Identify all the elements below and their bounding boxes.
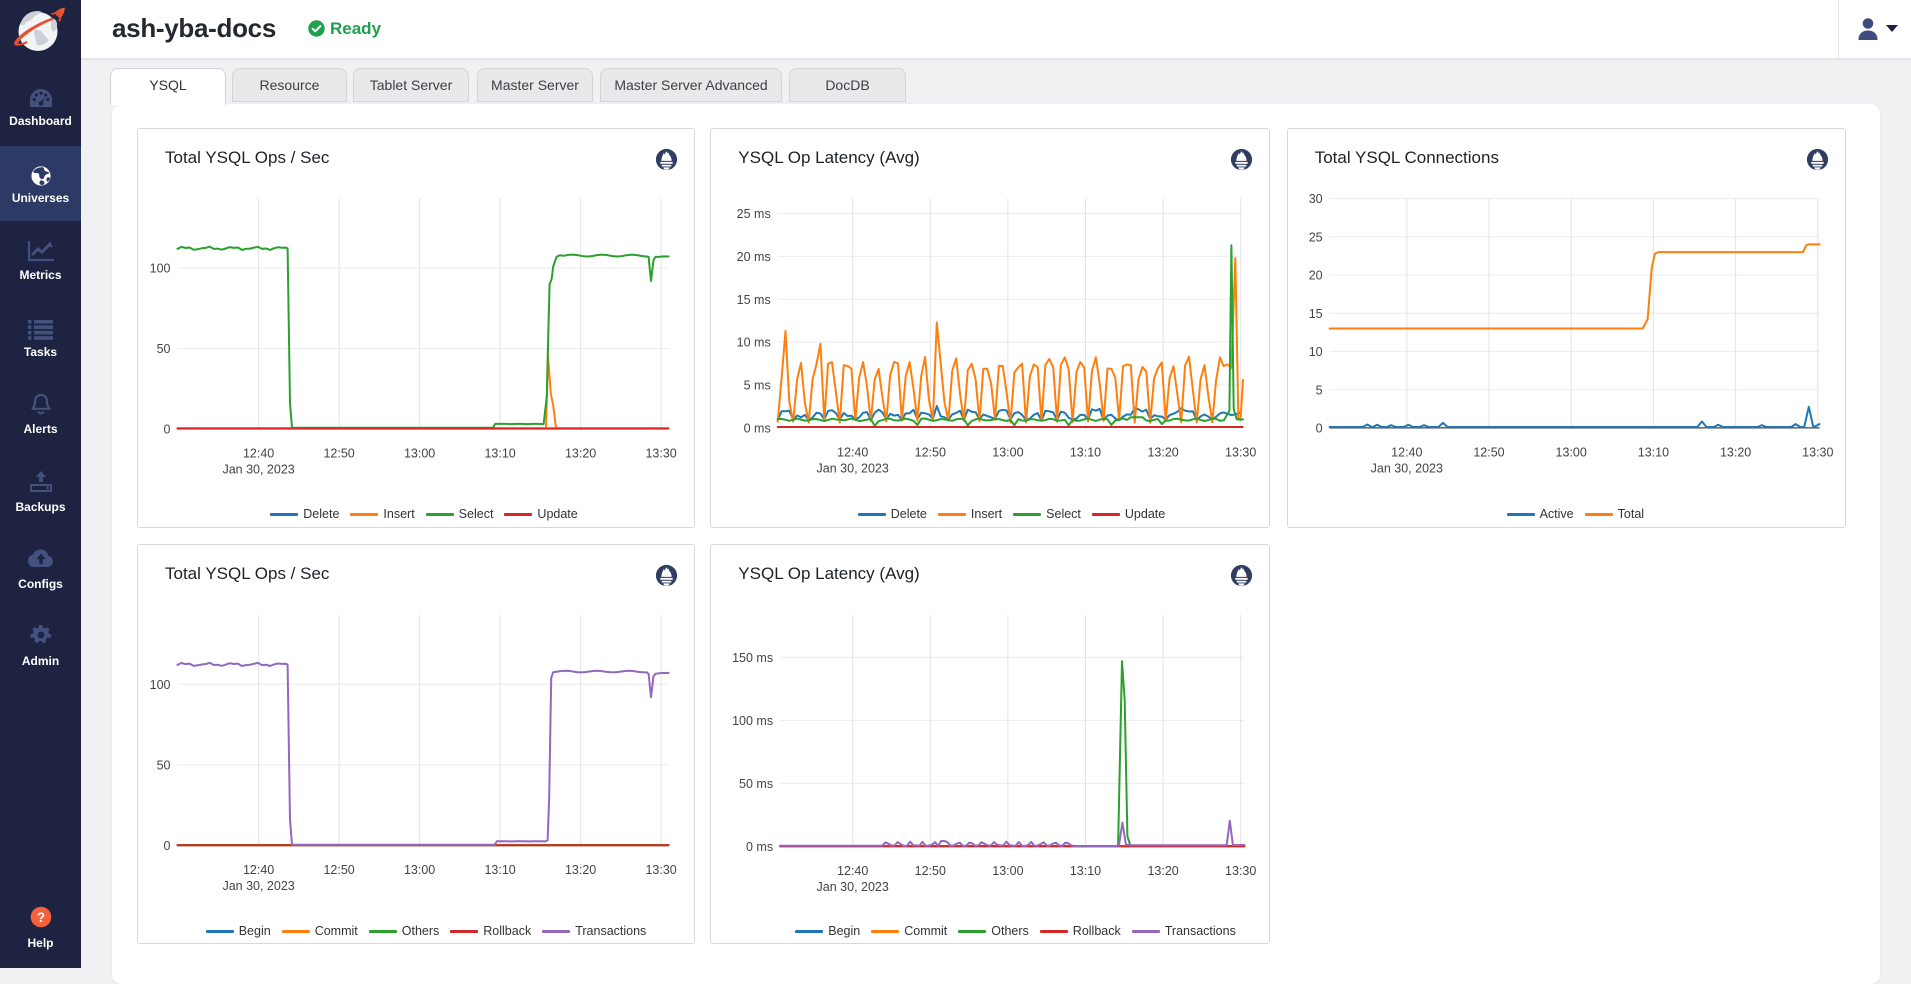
svg-text:12:50: 12:50: [915, 864, 946, 878]
svg-text:12:40: 12:40: [1391, 446, 1422, 460]
svg-text:13:10: 13:10: [1070, 446, 1101, 460]
svg-text:12:50: 12:50: [323, 863, 354, 877]
svg-text:50 ms: 50 ms: [739, 777, 773, 791]
svg-text:10 ms: 10 ms: [737, 336, 771, 350]
svg-text:0 ms: 0 ms: [744, 422, 771, 436]
svg-text:100: 100: [150, 262, 171, 276]
svg-text:Jan 30, 2023: Jan 30, 2023: [222, 463, 294, 477]
svg-text:25: 25: [1308, 230, 1322, 244]
svg-text:Jan 30, 2023: Jan 30, 2023: [817, 462, 889, 476]
svg-text:5: 5: [1315, 383, 1322, 397]
svg-text:13:20: 13:20: [565, 447, 596, 461]
svg-text:13:30: 13:30: [1225, 864, 1256, 878]
svg-text:50: 50: [157, 759, 171, 773]
svg-text:150 ms: 150 ms: [732, 651, 773, 665]
svg-text:13:00: 13:00: [993, 446, 1024, 460]
svg-text:13:00: 13:00: [404, 447, 435, 461]
svg-text:13:00: 13:00: [404, 863, 435, 877]
svg-text:12:40: 12:40: [243, 863, 274, 877]
svg-text:50: 50: [157, 342, 171, 356]
svg-text:Jan 30, 2023: Jan 30, 2023: [222, 879, 294, 893]
svg-text:0: 0: [1315, 422, 1322, 436]
svg-text:15: 15: [1308, 307, 1322, 321]
svg-text:100 ms: 100 ms: [732, 714, 773, 728]
svg-text:13:00: 13:00: [1555, 446, 1586, 460]
svg-text:12:40: 12:40: [837, 864, 868, 878]
svg-text:12:50: 12:50: [915, 446, 946, 460]
svg-text:13:10: 13:10: [484, 863, 515, 877]
svg-text:20 ms: 20 ms: [737, 250, 771, 264]
svg-text:13:10: 13:10: [484, 447, 515, 461]
svg-text:12:40: 12:40: [243, 447, 274, 461]
svg-text:13:20: 13:20: [1720, 446, 1751, 460]
svg-text:Jan 30, 2023: Jan 30, 2023: [1370, 462, 1442, 476]
svg-text:13:20: 13:20: [1148, 446, 1179, 460]
svg-text:13:30: 13:30: [1802, 446, 1833, 460]
svg-text:100: 100: [150, 678, 171, 692]
svg-text:?: ?: [36, 910, 44, 925]
svg-text:13:10: 13:10: [1070, 864, 1101, 878]
svg-text:5 ms: 5 ms: [744, 379, 771, 393]
svg-text:20: 20: [1308, 269, 1322, 283]
svg-text:25 ms: 25 ms: [737, 207, 771, 221]
svg-text:0: 0: [164, 839, 171, 853]
svg-text:10: 10: [1308, 345, 1322, 359]
svg-text:0: 0: [164, 422, 171, 436]
svg-text:13:20: 13:20: [1148, 864, 1179, 878]
svg-text:12:40: 12:40: [837, 446, 868, 460]
svg-text:0 ms: 0 ms: [746, 840, 773, 854]
svg-text:Jan 30, 2023: Jan 30, 2023: [817, 880, 889, 894]
svg-text:13:30: 13:30: [1225, 446, 1256, 460]
svg-text:13:10: 13:10: [1637, 446, 1668, 460]
svg-text:12:50: 12:50: [1473, 446, 1504, 460]
svg-text:12:50: 12:50: [323, 447, 354, 461]
svg-text:13:00: 13:00: [993, 864, 1024, 878]
svg-text:13:30: 13:30: [645, 863, 676, 877]
svg-text:13:30: 13:30: [645, 447, 676, 461]
svg-text:13:20: 13:20: [565, 863, 596, 877]
svg-text:15 ms: 15 ms: [737, 293, 771, 307]
svg-text:30: 30: [1308, 192, 1322, 206]
